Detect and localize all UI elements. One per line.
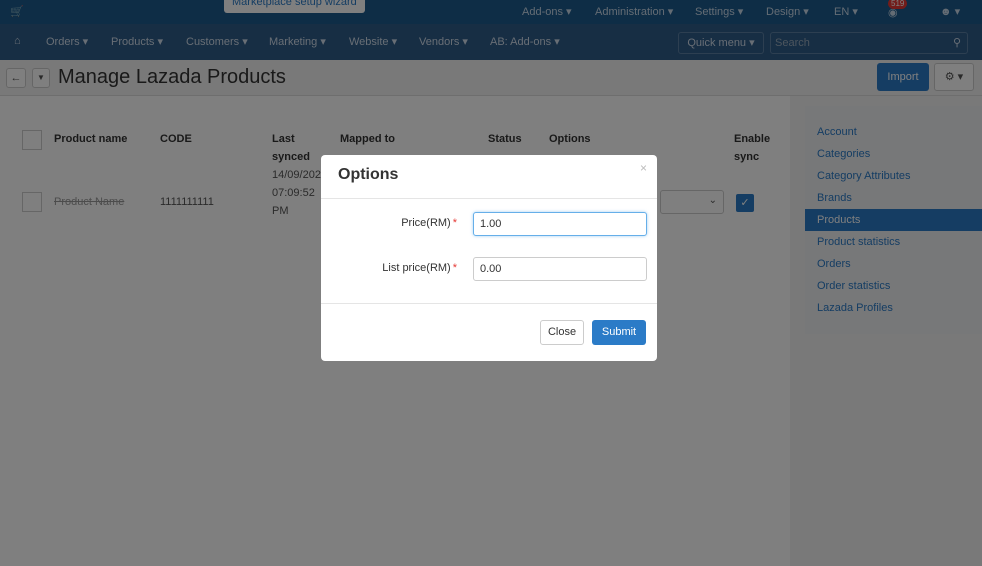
price-input[interactable] [473, 212, 647, 236]
close-button[interactable]: Close [540, 320, 584, 345]
list-price-input[interactable] [473, 257, 647, 281]
close-icon[interactable]: × [640, 161, 647, 175]
dialog-footer-divider [321, 303, 657, 304]
options-dialog: Options × Price(RM)* List price(RM)* Clo… [321, 155, 657, 361]
price-label: Price(RM) * [401, 217, 457, 229]
dialog-header-divider [321, 198, 657, 199]
list-price-label-text: List price(RM) [382, 262, 451, 274]
dialog-title: Options [338, 166, 399, 183]
required-mark: * [452, 217, 457, 229]
list-price-label: List price(RM) * [382, 262, 457, 274]
required-mark: * [452, 262, 457, 274]
price-label-text: Price(RM) [401, 217, 451, 229]
submit-button[interactable]: Submit [592, 320, 646, 345]
